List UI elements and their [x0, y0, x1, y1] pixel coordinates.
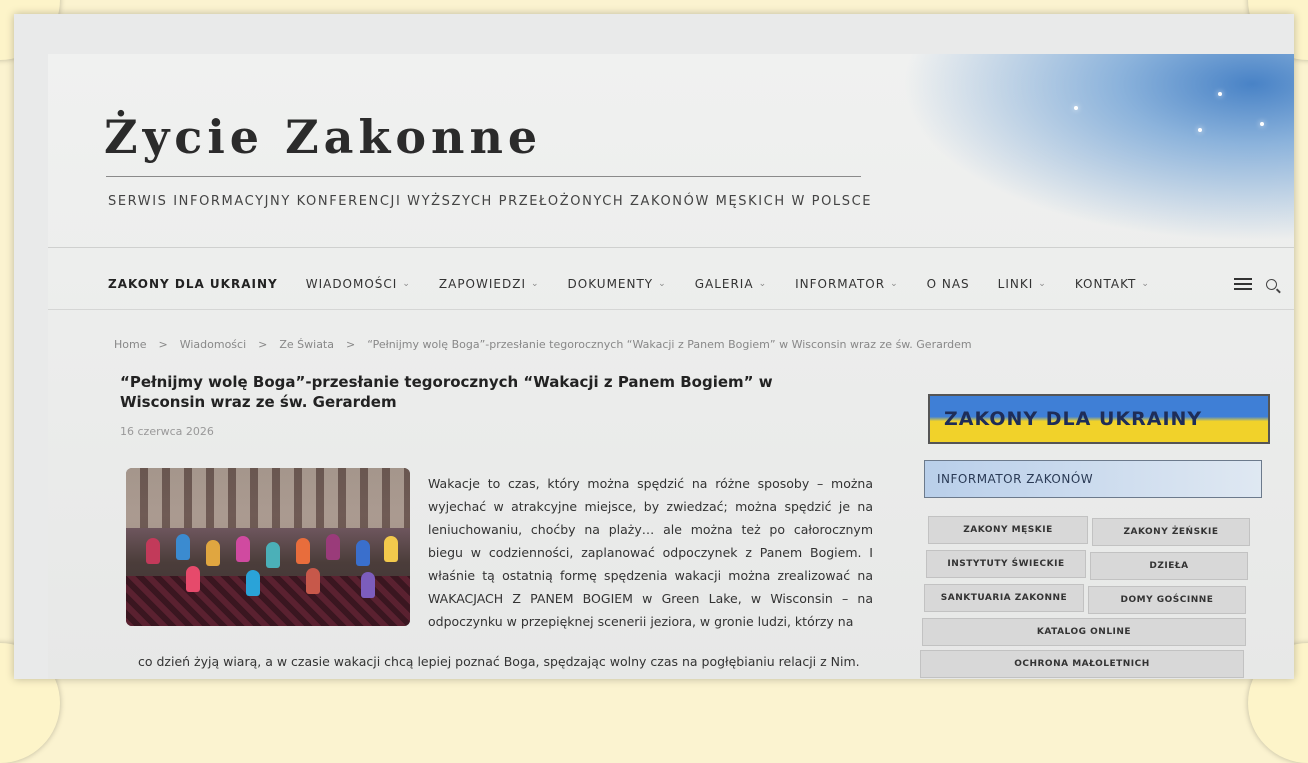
- main-nav: ZAKONY DLA UKRAINY WIADOMOŚCI ⌄ ZAPOWIEDZ…: [108, 264, 1178, 304]
- title-divider: [106, 176, 861, 177]
- nav-divider-top: [48, 247, 1294, 248]
- breadcrumb-wiadomosci[interactable]: Wiadomości: [180, 338, 246, 351]
- post-date: 16 czerwca 2026: [120, 425, 214, 438]
- zakony-dla-ukrainy-banner[interactable]: ZAKONY DLA UKRAINY: [928, 394, 1270, 444]
- chevron-down-icon: ⌄: [1038, 279, 1047, 289]
- sparkle: [1260, 122, 1264, 126]
- breadcrumb-separator: >: [158, 338, 168, 351]
- sparkle: [1074, 106, 1078, 110]
- nav-item-wiadomosci[interactable]: WIADOMOŚCI ⌄: [306, 277, 411, 291]
- web-page: Życie Zakonne SERWIS INFORMACYJNY KONFER…: [48, 54, 1294, 679]
- post-body: Wakacje to czas, który można spędzić na …: [428, 476, 873, 629]
- site-title[interactable]: Życie Zakonne: [104, 110, 542, 164]
- chevron-down-icon: ⌄: [531, 279, 540, 289]
- breadcrumb-ze-swiata[interactable]: Ze Świata: [279, 338, 334, 351]
- ochrona-maloletnich-button[interactable]: OCHRONA MAŁOLETNICH: [920, 650, 1244, 678]
- instytuty-swieckie-button[interactable]: INSTYTUTY ŚWIECKIE: [926, 550, 1086, 578]
- informator-zakonow-header[interactable]: INFORMATOR ZAKONÓW: [924, 460, 1262, 498]
- chevron-down-icon: ⌄: [402, 279, 411, 289]
- nav-divider-bottom: [48, 309, 1294, 310]
- nav-item-zapowiedzi[interactable]: ZAPOWIEDZI ⌄: [439, 277, 540, 291]
- nav-item-galeria[interactable]: GALERIA ⌄: [695, 277, 767, 291]
- dziela-button[interactable]: DZIEŁA: [1090, 552, 1248, 580]
- domy-goscinne-button[interactable]: DOMY GOŚCINNE: [1088, 586, 1246, 614]
- nav-icons: [1234, 278, 1277, 290]
- katalog-online-button[interactable]: KATALOG ONLINE: [922, 618, 1246, 646]
- nav-item-zakony-dla-ukrainy[interactable]: ZAKONY DLA UKRAINY: [108, 277, 278, 291]
- search-icon[interactable]: [1266, 278, 1277, 290]
- header-glow: [874, 54, 1294, 254]
- post-body-continuation: co dzień żyją wiarą, a w czasie wakacji …: [138, 654, 860, 669]
- site-tagline: SERWIS INFORMACYJNY KONFERENCJI WYŻSZYCH…: [108, 194, 873, 209]
- chevron-down-icon: ⌄: [1141, 279, 1150, 289]
- nav-item-dokumenty[interactable]: DOKUMENTY ⌄: [568, 277, 667, 291]
- chevron-down-icon: ⌄: [890, 279, 899, 289]
- breadcrumb-separator: >: [258, 338, 268, 351]
- nav-item-kontakt[interactable]: KONTAKT ⌄: [1075, 277, 1150, 291]
- nav-item-informator[interactable]: INFORMATOR ⌄: [795, 277, 899, 291]
- nav-item-o-nas[interactable]: O NAS: [927, 277, 970, 291]
- zakony-zenskie-button[interactable]: ZAKONY ŻEŃSKIE: [1092, 518, 1250, 546]
- sparkle: [1218, 92, 1222, 96]
- post-photo[interactable]: [126, 468, 410, 626]
- hamburger-icon[interactable]: [1234, 278, 1252, 290]
- chevron-down-icon: ⌄: [658, 279, 667, 289]
- breadcrumb: Home > Wiadomości > Ze Świata > “Pełnijm…: [114, 338, 972, 351]
- nav-item-linki[interactable]: LINKI ⌄: [998, 277, 1047, 291]
- monitor-screen: Życie Zakonne SERWIS INFORMACYJNY KONFER…: [14, 14, 1294, 679]
- chevron-down-icon: ⌄: [758, 279, 768, 289]
- post-title: “Pełnijmy wolę Boga”-przesłanie tegorocz…: [120, 373, 773, 411]
- breadcrumb-separator: >: [346, 338, 356, 351]
- breadcrumb-home[interactable]: Home: [114, 338, 146, 351]
- zakony-meskie-button[interactable]: ZAKONY MĘSKIE: [928, 516, 1088, 544]
- sparkle: [1198, 128, 1202, 132]
- sanktuaria-zakonne-button[interactable]: SANKTUARIA ZAKONNE: [924, 584, 1084, 612]
- breadcrumb-current: “Pełnijmy wolę Boga”-przesłanie tegorocz…: [367, 338, 972, 351]
